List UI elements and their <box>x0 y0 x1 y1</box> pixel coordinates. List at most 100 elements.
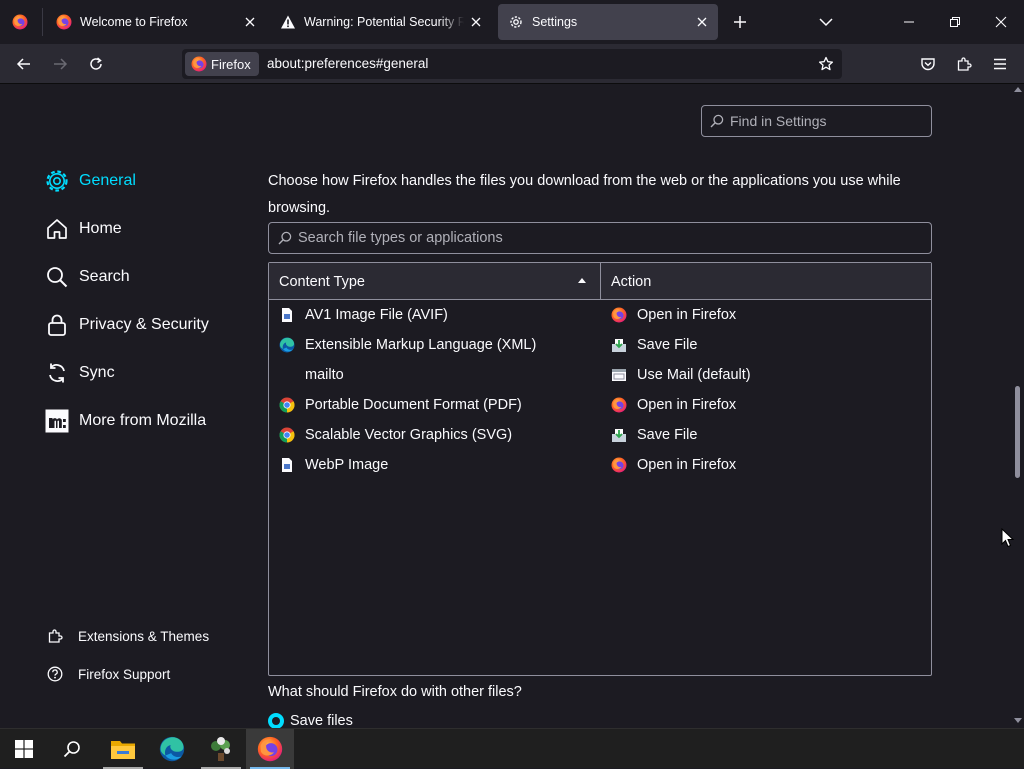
warning-icon <box>280 14 296 30</box>
identity-box[interactable]: Firefox <box>185 52 259 76</box>
firefox-icon <box>257 736 283 762</box>
radio-selected-indicator[interactable] <box>268 713 284 729</box>
search-icon <box>63 741 80 758</box>
url-text[interactable]: about:preferences#general <box>267 56 428 71</box>
search-icon <box>710 114 724 128</box>
content-type-label: Portable Document Format (PDF) <box>305 397 522 413</box>
taskbar-app[interactable] <box>197 729 245 769</box>
action-label: Use Mail (default) <box>637 367 751 383</box>
action-label: Save File <box>637 427 698 443</box>
applications-description: Choose how Firefox handles the files you… <box>268 173 901 216</box>
action-label: Open in Firefox <box>637 457 737 473</box>
chrome-icon <box>279 427 295 443</box>
plus-icon <box>734 16 746 28</box>
gear-icon <box>508 14 524 30</box>
tab-title: Settings <box>532 15 578 29</box>
category-label: Sync <box>79 364 115 381</box>
gear-icon <box>44 168 70 194</box>
taskbar-search-button[interactable] <box>48 729 96 769</box>
file-type-filter[interactable] <box>268 222 932 254</box>
action-label: Open in Firefox <box>637 307 737 323</box>
restore-button[interactable] <box>939 6 971 38</box>
firefox-support-link[interactable]: Firefox Support <box>46 663 170 685</box>
tab-title: Welcome to Firefox <box>80 15 188 29</box>
firefox-support-label: Firefox Support <box>78 666 171 682</box>
reload-button[interactable] <box>80 48 112 80</box>
category-label: Privacy & Security <box>79 316 209 333</box>
plant-icon <box>211 737 230 761</box>
list-all-tabs-button[interactable] <box>810 6 842 38</box>
find-in-settings[interactable] <box>701 105 932 137</box>
forward-button[interactable] <box>44 48 76 80</box>
action-label: Open in Firefox <box>637 397 737 413</box>
edge-icon <box>159 736 185 762</box>
content-type-header-label: Content Type <box>279 273 365 290</box>
star-icon <box>818 56 834 71</box>
tab-security-warning[interactable]: Warning: Potential Security Risk Ahead <box>270 4 492 40</box>
folder-icon <box>111 741 135 759</box>
close-icon <box>995 16 1007 28</box>
windows-icon <box>15 740 33 758</box>
taskbar-edge[interactable] <box>148 729 196 769</box>
handlers-table: Content Type Action AV1 Image File (AVIF… <box>268 262 932 676</box>
category-general[interactable]: General <box>44 165 136 197</box>
table-row[interactable]: WebP Image Open in Firefox <box>269 451 931 481</box>
category-sync[interactable]: Sync <box>44 357 115 389</box>
new-tab-button[interactable] <box>724 6 756 38</box>
tab-title: Warning: Potential Security Risk Ahead <box>304 15 464 29</box>
category-search[interactable]: Search <box>44 261 130 293</box>
taskbar-file-explorer[interactable] <box>99 729 147 769</box>
tab-welcome[interactable]: Welcome to Firefox <box>46 4 266 40</box>
vertical-scrollbar[interactable] <box>1012 85 1024 730</box>
mail-app-icon <box>611 367 627 383</box>
close-icon[interactable] <box>238 10 262 34</box>
pocket-icon <box>921 58 935 71</box>
action-label: Save File <box>637 337 698 353</box>
help-icon <box>46 665 64 683</box>
close-icon[interactable] <box>464 10 488 34</box>
close-window-button[interactable] <box>985 6 1017 38</box>
scroll-down-arrow-icon[interactable] <box>1014 718 1022 723</box>
file-icon <box>279 457 295 473</box>
category-privacy-security[interactable]: Privacy & Security <box>44 309 209 341</box>
navigation-toolbar: Firefox about:preferences#general <box>0 44 1024 84</box>
settings-page: General Home Search Privacy & Security S… <box>0 85 1024 730</box>
category-more-from-mozilla[interactable]: More from Mozilla <box>44 405 206 437</box>
tab-settings[interactable]: Settings <box>498 4 718 40</box>
file-type-filter-input[interactable] <box>298 230 918 246</box>
scrollbar-thumb[interactable] <box>1015 386 1020 478</box>
category-label: Home <box>79 220 122 237</box>
tab-separator <box>42 8 43 36</box>
start-button[interactable] <box>0 729 48 769</box>
back-button[interactable] <box>8 48 40 80</box>
save-files-radio-option[interactable]: Save files <box>268 713 353 729</box>
firefox-view-button[interactable] <box>4 6 36 38</box>
url-bar[interactable]: Firefox about:preferences#general <box>182 49 842 79</box>
table-row[interactable]: Portable Document Format (PDF) Open in F… <box>269 391 931 421</box>
find-in-settings-input[interactable] <box>730 113 920 129</box>
sort-ascending-icon <box>578 278 586 283</box>
tab-strip: Welcome to Firefox Warning: Potential Se… <box>0 0 1024 44</box>
home-icon <box>44 216 70 242</box>
extensions-themes-link[interactable]: Extensions & Themes <box>46 625 209 647</box>
extensions-themes-label: Extensions & Themes <box>78 628 210 644</box>
table-row[interactable]: mailto Use Mail (default) <box>269 361 931 391</box>
bookmark-star-button[interactable] <box>814 52 838 76</box>
taskbar-firefox[interactable] <box>246 729 294 769</box>
table-row[interactable]: Scalable Vector Graphics (SVG) Save File <box>269 421 931 451</box>
extensions-button[interactable] <box>948 48 980 80</box>
close-icon[interactable] <box>690 10 714 34</box>
category-home[interactable]: Home <box>44 213 122 245</box>
action-column-header[interactable]: Action <box>611 263 651 300</box>
minimize-button[interactable] <box>893 6 925 38</box>
table-row[interactable]: Extensible Markup Language (XML) Save Fi… <box>269 331 931 361</box>
pocket-button[interactable] <box>912 48 944 80</box>
content-type-column-header[interactable]: Content Type <box>269 263 601 300</box>
table-row[interactable]: AV1 Image File (AVIF) Open in Firefox <box>269 301 931 331</box>
action-header-label: Action <box>611 273 652 290</box>
back-arrow-icon <box>16 58 30 70</box>
scroll-up-arrow-icon[interactable] <box>1014 87 1022 92</box>
app-menu-button[interactable] <box>984 48 1016 80</box>
other-files-question: What should Firefox do with other files? <box>268 684 522 700</box>
save-file-icon <box>611 427 627 443</box>
